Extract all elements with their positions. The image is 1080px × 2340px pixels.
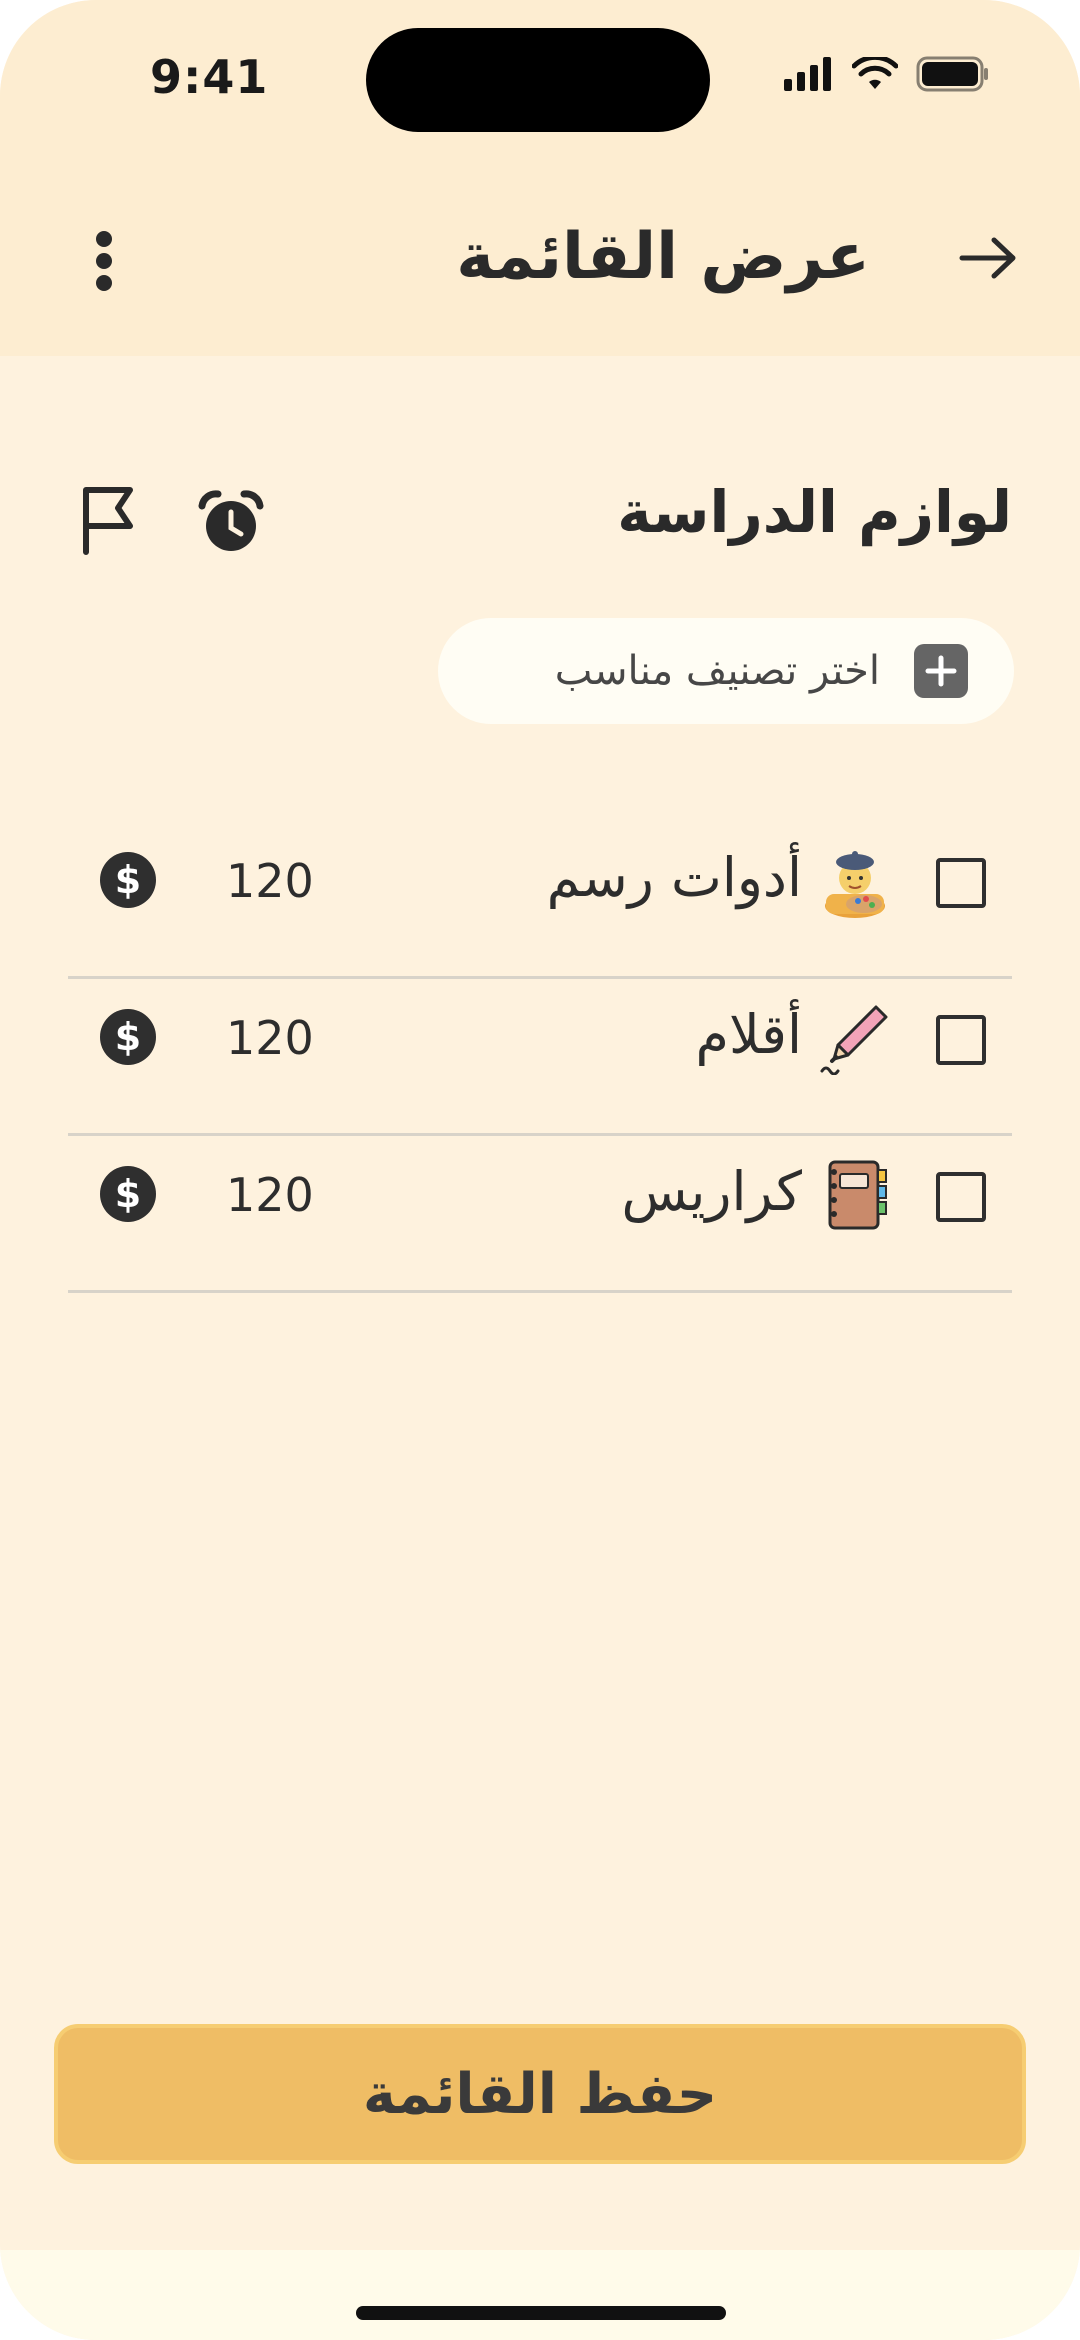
dollar-icon: $ xyxy=(100,1009,156,1065)
bottom-area xyxy=(0,2250,1080,2340)
item-checkbox[interactable] xyxy=(936,1172,986,1222)
more-options-button[interactable] xyxy=(84,226,124,296)
list-item: أدوات رسم 120 $ xyxy=(68,822,1012,979)
dollar-icon: $ xyxy=(100,1166,156,1222)
item-checkbox[interactable] xyxy=(936,858,986,908)
dollar-icon: $ xyxy=(100,852,156,908)
pen-emoji-icon xyxy=(820,1005,888,1075)
flag-button[interactable] xyxy=(80,484,140,556)
wifi-icon xyxy=(852,57,898,89)
save-list-button[interactable]: حفظ القائمة xyxy=(54,2024,1026,2164)
battery-icon xyxy=(916,56,988,92)
notebook-emoji-icon xyxy=(828,1160,887,1230)
phone-screen: 9:41 عرض القائمة لوازم الدراسة اختر تصني… xyxy=(0,0,1080,2340)
flag-icon xyxy=(83,487,133,555)
list-title: لوازم الدراسة xyxy=(617,478,1012,546)
back-button[interactable] xyxy=(956,226,1020,290)
artist-emoji-icon xyxy=(825,851,885,918)
plus-square-icon xyxy=(914,644,968,698)
alarm-clock-icon xyxy=(198,490,264,551)
item-name: أقلام xyxy=(695,1003,802,1066)
items-list: أدوات رسم 120 $ أقلام 120 $ كراريس 120 $ xyxy=(68,822,1012,1293)
item-price: 120 xyxy=(226,1011,314,1065)
item-price: 120 xyxy=(226,854,314,908)
signal-icon xyxy=(784,57,831,91)
alarm-button[interactable] xyxy=(196,488,266,558)
app-header: عرض القائمة xyxy=(0,160,1080,356)
item-checkbox[interactable] xyxy=(936,1015,986,1065)
category-chip-label: اختر تصنيف مناسب xyxy=(554,648,880,694)
status-icons xyxy=(784,56,990,92)
status-bar: 9:41 xyxy=(0,0,1080,160)
item-price: 120 xyxy=(226,1168,314,1222)
home-indicator[interactable] xyxy=(356,2306,726,2320)
status-time: 9:41 xyxy=(150,50,269,104)
choose-category-button[interactable]: اختر تصنيف مناسب xyxy=(438,618,1014,724)
list-item: كراريس 120 $ xyxy=(68,1136,1012,1293)
dynamic-island xyxy=(366,28,710,132)
list-item: أقلام 120 $ xyxy=(68,979,1012,1136)
item-name: كراريس xyxy=(621,1160,802,1223)
more-vertical-icon xyxy=(96,231,112,291)
page-title: عرض القائمة xyxy=(456,220,870,294)
item-name: أدوات رسم xyxy=(546,846,802,909)
arrow-right-icon xyxy=(959,237,1016,279)
